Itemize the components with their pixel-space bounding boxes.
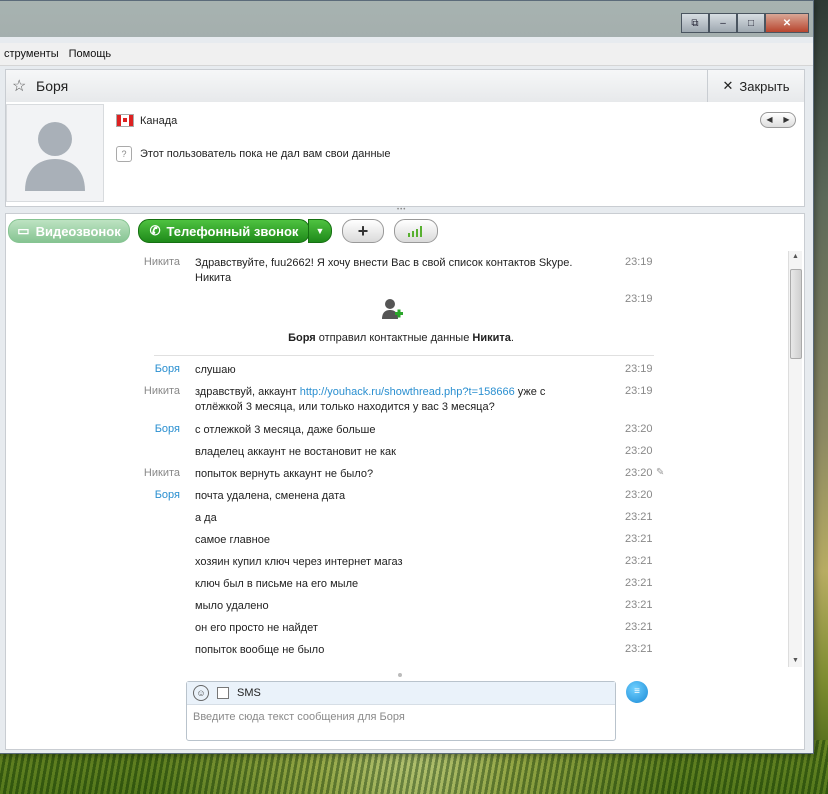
contact-add-icon [382, 299, 403, 319]
message-text: мыло удалено [195, 600, 269, 612]
message-text: здравствуй, аккаунт http://youhack.ru/sh… [195, 386, 546, 413]
message-sender: Боря [154, 489, 180, 501]
message-time: 23:20 [625, 445, 653, 457]
contact-name: Боря [36, 78, 69, 94]
maximize-button[interactable]: □ [737, 13, 765, 33]
message-sender: Боря [154, 423, 180, 435]
profile-nav: ◀ ▶ [760, 112, 796, 128]
chat-history: Никита Здравствуйте, fuu2662! Я хочу вне… [5, 247, 805, 674]
message-text: владелец аккаунт не востановит не как [195, 446, 396, 458]
message-time: 23:21 [625, 599, 653, 611]
add-button[interactable]: + [342, 219, 384, 243]
scroll-thumb[interactable] [790, 269, 802, 359]
prev-arrow-icon[interactable]: ◀ [761, 113, 778, 127]
chat-scrollbar[interactable]: ▲ ▼ [788, 251, 802, 667]
close-conversation-button[interactable]: ✕ Закрыть [707, 70, 804, 102]
phone-call-label: Телефонный звонок [166, 223, 299, 239]
message-time: 23:21 [625, 643, 653, 655]
profile-panel: Канада ? Этот пользователь пока не дал в… [5, 102, 805, 207]
message-text: а да [195, 512, 217, 524]
signal-bars-icon [408, 226, 422, 237]
scroll-down-icon[interactable]: ▼ [789, 655, 802, 667]
message-time: 23:19 [625, 363, 653, 375]
message-sender: Никита [143, 256, 180, 268]
chevron-down-icon: ▼ [315, 226, 325, 236]
message-time: 23:21 [625, 511, 653, 523]
close-icon: ✕ [722, 78, 734, 93]
star-icon[interactable]: ☆ [12, 76, 26, 96]
info-icon: ? [116, 146, 132, 162]
message-link[interactable]: http://youhack.ru/showthread.php?t=15866… [300, 386, 515, 398]
close-window-button[interactable]: ✕ [765, 13, 809, 33]
next-arrow-icon[interactable]: ▶ [778, 113, 795, 127]
message-time: 23:21 [625, 533, 653, 545]
message-sender: Боря [154, 363, 180, 375]
message-sender: Никита [143, 467, 180, 479]
profile-info-text: Этот пользователь пока не дал вам свои д… [140, 148, 391, 160]
phone-call-dropdown[interactable]: ▼ [308, 219, 332, 243]
video-call-button[interactable]: ▭ Видеозвонок [8, 219, 130, 243]
conversation-header: ☆ Боря ✕ Закрыть [5, 69, 805, 103]
video-call-label: Видеозвонок [35, 223, 121, 239]
message-text: самое главное [195, 534, 270, 546]
message-time: 23:21 [625, 577, 653, 589]
chat-bubble-icon: ≡ [634, 686, 640, 697]
minimize-button[interactable]: – [709, 13, 737, 33]
message-sender: Никита [143, 385, 180, 397]
menu-bar: струменты Помощь [0, 43, 813, 66]
canada-flag-icon [116, 114, 134, 127]
message-input[interactable]: Введите сюда текст сообщения для Боря [187, 705, 615, 729]
message-time: 23:19 [625, 293, 653, 305]
skype-window: ⧉ – □ ✕ струменты Помощь ☆ Боря ✕ Закрыт… [0, 0, 814, 754]
close-label: Закрыть [739, 78, 790, 94]
message-text: попыток вообще не было [195, 644, 325, 656]
message-text: он его просто не найдет [195, 622, 318, 634]
send-message-button[interactable]: ≡ [626, 681, 648, 703]
avatar [6, 104, 104, 202]
message-text: Здравствуйте, fuu2662! Я хочу внести Вас… [195, 257, 573, 284]
phone-icon: ✆ [149, 223, 161, 238]
message-text: с отлежкой 3 месяца, даже больше [195, 424, 376, 436]
message-time: 23:21 [625, 621, 653, 633]
menu-tools[interactable]: струменты [0, 48, 64, 60]
emoticon-icon[interactable]: ☺ [193, 685, 209, 701]
message-input-box: ☺ SMS Введите сюда текст сообщения для Б… [186, 681, 616, 741]
divider [154, 355, 654, 356]
message-time: 23:19 [625, 256, 653, 268]
window-controls: ⧉ – □ ✕ [681, 13, 809, 33]
title-bar[interactable]: ⧉ – □ ✕ [0, 1, 813, 37]
video-camera-icon: ▭ [17, 223, 30, 238]
scroll-up-icon[interactable]: ▲ [789, 251, 802, 263]
message-text: попыток вернуть аккаунт не было? [195, 468, 374, 480]
call-quality-button[interactable] [394, 219, 438, 243]
compose-area: ☺ SMS Введите сюда текст сообщения для Б… [5, 673, 805, 750]
menu-help[interactable]: Помощь [64, 48, 117, 60]
sms-checkbox[interactable] [217, 687, 229, 699]
message-time: 23:20 [625, 489, 653, 501]
sms-label: SMS [237, 687, 261, 699]
edit-pencil-icon[interactable]: ✎ [656, 467, 664, 478]
restore-compact-button[interactable]: ⧉ [681, 13, 709, 33]
compose-toolbar: ☺ SMS [187, 682, 615, 705]
resize-grip[interactable] [398, 673, 402, 677]
message-time: 23:20 [625, 467, 653, 479]
message-text: ключ был в письме на его мыле [195, 578, 359, 590]
message-time: 23:21 [625, 555, 653, 567]
message-text: слушаю [195, 364, 236, 376]
country-label: Канада [140, 115, 178, 127]
system-message: Боря отправил контактные данные Никита. [288, 332, 514, 344]
message-text: хозяин купил ключ через интернет магаз [195, 556, 403, 568]
message-text: почта удалена, сменена дата [195, 490, 346, 502]
message-time: 23:19 [625, 385, 653, 397]
call-toolbar: ▭ Видеозвонок ✆ Телефонный звонок ▼ + [5, 213, 805, 248]
phone-call-button[interactable]: ✆ Телефонный звонок [138, 219, 310, 243]
message-time: 23:20 [625, 423, 653, 435]
